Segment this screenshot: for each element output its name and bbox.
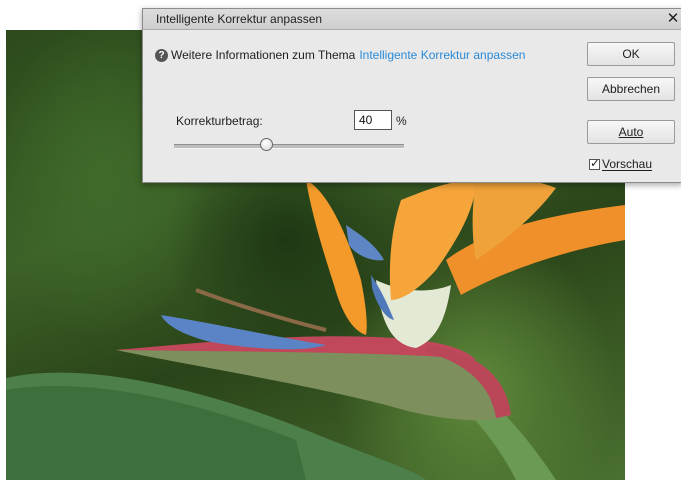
auto-button-label: Auto [618,125,644,139]
cancel-button[interactable]: Abbrechen [587,77,675,101]
amount-label: Korrekturbetrag: [176,114,263,128]
dialog-title: Intelligente Korrektur anpassen [156,12,323,26]
info-text: Weitere Informationen zum Thema [171,48,356,62]
close-icon[interactable]: ✕ [666,9,680,29]
preview-checkbox[interactable] [589,156,600,170]
amount-input[interactable] [354,110,392,130]
ok-button[interactable]: OK [587,42,675,66]
help-icon: ? [155,48,168,62]
info-link[interactable]: Intelligente Korrektur anpassen [359,48,525,62]
dialog-titlebar[interactable]: Intelligente Korrektur anpassen ✕ [143,9,681,30]
amount-slider-thumb[interactable] [259,138,273,151]
preview-checkbox-row[interactable]: Vorschau [589,156,653,171]
amount-slider-track[interactable] [174,144,404,149]
auto-button[interactable]: Auto [587,120,675,144]
info-row: ? Weitere Informationen zum Thema Intell… [155,48,525,62]
preview-label: Vorschau [602,157,653,171]
smart-fix-dialog: Intelligente Korrektur anpassen ✕ ? Weit… [142,8,681,183]
percent-unit: % [396,114,407,128]
